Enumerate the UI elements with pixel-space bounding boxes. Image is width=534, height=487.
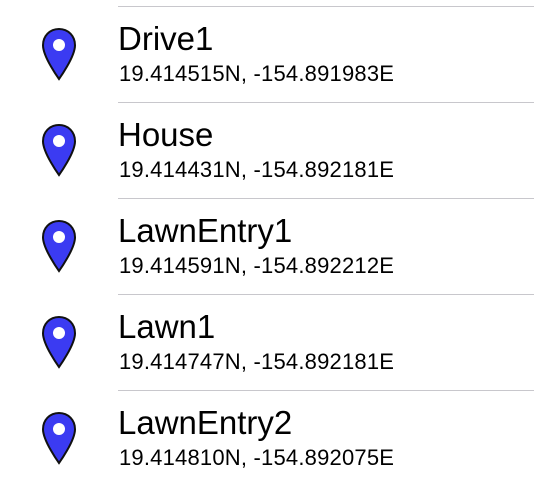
map-pin-icon bbox=[41, 315, 77, 369]
map-pin-icon bbox=[41, 123, 77, 177]
location-name: LawnEntry1 bbox=[118, 212, 293, 249]
location-row[interactable]: LawnEntry1 19.414591N, -154.892212E bbox=[0, 199, 534, 295]
map-pin-icon bbox=[41, 219, 77, 273]
location-coordinates: 19.414431N, -154.892181E bbox=[119, 157, 395, 182]
map-pin-icon bbox=[41, 27, 77, 81]
location-name: Lawn1 bbox=[118, 308, 216, 345]
location-coordinates: 19.414747N, -154.892181E bbox=[119, 349, 395, 374]
location-name: LawnEntry2 bbox=[118, 404, 293, 441]
map-pin-icon bbox=[41, 411, 77, 465]
location-coordinates: 19.414515N, -154.891983E bbox=[119, 61, 395, 86]
location-name: Drive1 bbox=[118, 20, 214, 57]
location-row[interactable]: LawnEntry2 19.414810N, -154.892075E bbox=[0, 391, 534, 487]
location-coordinates: 19.414810N, -154.892075E bbox=[119, 445, 395, 470]
location-coordinates: 19.414591N, -154.892212E bbox=[119, 253, 395, 278]
location-name: House bbox=[118, 116, 214, 153]
location-row[interactable]: Drive1 19.414515N, -154.891983E bbox=[0, 7, 534, 103]
location-row[interactable]: House 19.414431N, -154.892181E bbox=[0, 103, 534, 199]
location-list: Drive1 19.414515N, -154.891983E House 19… bbox=[0, 7, 534, 487]
location-row[interactable]: Lawn1 19.414747N, -154.892181E bbox=[0, 295, 534, 391]
